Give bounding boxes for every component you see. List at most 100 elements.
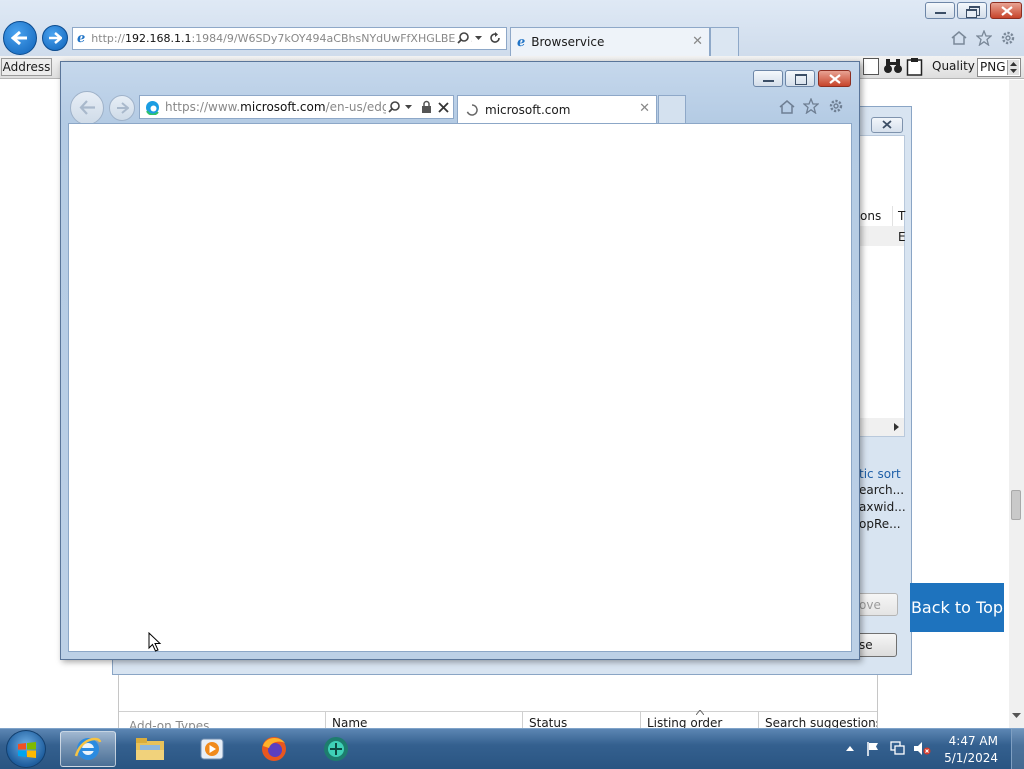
windows-logo-icon (18, 742, 36, 758)
outer-tab-browservice[interactable]: ℯ Browservice ✕ (510, 27, 710, 56)
new-tab-button[interactable] (710, 27, 739, 56)
dialog-close-button[interactable] (871, 117, 903, 133)
taskbar-explorer-button[interactable] (122, 731, 178, 767)
taskbar-vm-button[interactable] (308, 731, 364, 767)
clock-time: 4:47 AM (948, 734, 998, 748)
outer-address-prefix: http:// (91, 32, 125, 45)
popup-minimize-button[interactable] (753, 70, 783, 87)
quality-label: Quality (932, 59, 975, 73)
popup-new-tab-button[interactable] (658, 95, 686, 123)
popup-restore-button[interactable] (785, 70, 815, 87)
clipboard-icon[interactable] (906, 57, 923, 76)
favorites-star-icon[interactable] (974, 28, 994, 48)
ie-page-icon: ℯ (77, 31, 86, 46)
minimize-icon (763, 80, 774, 82)
tray-expand-icon[interactable] (846, 746, 854, 751)
restore-icon (795, 74, 807, 85)
search-provider-item-1[interactable]: earch... (859, 483, 904, 497)
outer-back-button[interactable] (3, 21, 37, 55)
dropdown-arrow-icon[interactable] (403, 99, 413, 115)
ie-tab-icon: ℯ (517, 34, 526, 50)
taskbar-media-player-button[interactable] (184, 731, 240, 767)
header-listing-order[interactable]: Listing order (647, 716, 722, 728)
favorites-star-icon[interactable] (801, 96, 821, 116)
popup-tab-microsoft[interactable]: microsoft.com ✕ (457, 95, 657, 123)
folder-icon (136, 738, 164, 760)
taskbar-firefox-button[interactable] (246, 731, 302, 767)
firefox-icon (262, 737, 286, 761)
sort-ascending-icon (696, 710, 704, 715)
popup-address-host: microsoft.com (240, 100, 326, 114)
virtualbox-icon (324, 737, 348, 761)
popup-address-prefix: https://www. (165, 100, 241, 114)
header-status[interactable]: Status (529, 716, 567, 728)
outer-browser-titlebar: ℯ http:// 192.168.1.1 :1984/9/W6SDy7kOY4… (0, 0, 1024, 57)
header-name[interactable]: Name (332, 716, 367, 728)
outer-address-rest: :1984/9/W6SDy7kOY494aCBhsNYdUwFfXHGLBEj6… (191, 32, 476, 45)
volume-muted-icon[interactable] (913, 741, 931, 756)
popup-back-button[interactable] (70, 91, 104, 125)
popup-page-content[interactable] (68, 123, 852, 652)
column-header-options: ons (860, 209, 882, 223)
table-cell-e: E (898, 230, 906, 244)
back-to-top-button[interactable]: Back to Top (910, 583, 1004, 632)
popup-tab-label: microsoft.com (485, 102, 571, 117)
home-icon[interactable] (949, 28, 969, 48)
header-search-suggestions[interactable]: Search suggestions (765, 716, 877, 728)
addon-list-panel: ons T E (859, 135, 906, 437)
dropdown-arrow-icon[interactable] (473, 30, 483, 46)
scroll-down-icon[interactable] (1012, 713, 1021, 719)
spinner-arrows-icon[interactable] (1007, 60, 1019, 75)
mouse-cursor-icon (148, 632, 162, 652)
close-icon (882, 120, 892, 129)
taskbar-ie-button[interactable] (60, 731, 116, 767)
refresh-icon[interactable] (487, 30, 503, 46)
column-header-t: T (898, 209, 906, 223)
tools-gear-icon[interactable] (826, 96, 846, 116)
quality-select[interactable]: PNG (977, 58, 1021, 77)
tab-close-icon[interactable]: ✕ (692, 34, 703, 49)
popup-browser-window: https://www. microsoft.com /en-us/edge/ … (60, 61, 860, 660)
back-arrow-icon (11, 30, 27, 46)
search-icon[interactable] (455, 30, 471, 46)
back-arrow-icon (79, 100, 95, 115)
quality-value: PNG (980, 60, 1006, 74)
popup-close-button[interactable] (818, 70, 851, 87)
outer-address-bar[interactable]: ℯ http:// 192.168.1.1 :1984/9/W6SDy7kOY4… (72, 27, 507, 50)
clock-date: 5/1/2024 (944, 751, 998, 765)
forward-arrow-icon (117, 102, 129, 114)
outer-restore-button[interactable] (957, 2, 987, 19)
outer-close-button[interactable] (990, 2, 1022, 19)
popup-forward-button[interactable] (109, 95, 135, 121)
find-binoculars-icon[interactable] (883, 57, 903, 76)
tools-gear-icon[interactable] (998, 28, 1018, 48)
clock[interactable]: 4:47 AM 5/1/2024 (940, 731, 1006, 767)
alphabetic-sort-link[interactable]: tic sort (859, 467, 901, 481)
address-button[interactable]: Address (1, 58, 52, 76)
lock-icon[interactable] (420, 98, 433, 115)
bookmark-icon[interactable] (863, 58, 879, 75)
scroll-right-icon[interactable] (894, 423, 899, 431)
stop-icon[interactable] (436, 99, 450, 115)
search-provider-item-3[interactable]: opRe... (859, 517, 901, 531)
page-scrollbar[interactable] (1009, 80, 1024, 728)
network-icon[interactable] (890, 741, 906, 756)
close-icon (829, 74, 841, 84)
scrollbar-thumb[interactable] (1011, 490, 1021, 520)
action-center-flag-icon[interactable] (866, 741, 880, 756)
close-icon (1001, 6, 1013, 16)
outer-minimize-button[interactable] (925, 2, 955, 19)
show-desktop-button[interactable] (1011, 729, 1024, 769)
search-icon[interactable] (386, 99, 401, 115)
outer-tab-label: Browservice (531, 35, 605, 49)
header-addon-types: Add-on Types (129, 719, 210, 728)
minimize-icon (935, 12, 946, 14)
outer-forward-button[interactable] (42, 25, 68, 51)
tab-close-icon[interactable]: ✕ (639, 101, 650, 116)
forward-arrow-icon (49, 32, 62, 44)
back-to-top-label: Back to Top (910, 598, 1004, 617)
start-button[interactable] (6, 730, 46, 768)
home-icon[interactable] (777, 97, 797, 117)
search-provider-item-2[interactable]: axwid... (859, 500, 906, 514)
address-button-label: Address (2, 60, 51, 74)
